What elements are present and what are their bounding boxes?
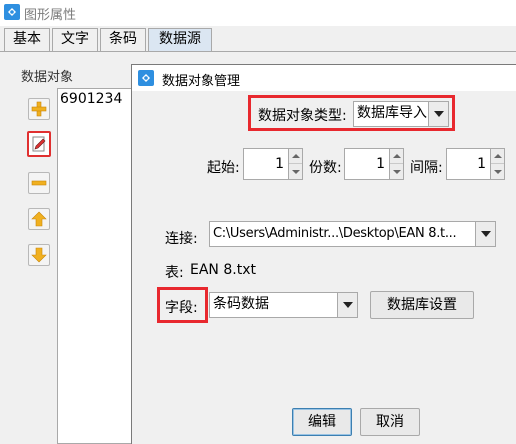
db-settings-button[interactable]: 数据库设置 <box>370 291 474 319</box>
decrement-icon[interactable] <box>390 164 403 179</box>
app-icon <box>4 4 20 20</box>
field-label: 字段: <box>165 300 198 316</box>
stepper-buttons <box>288 149 302 179</box>
type-value: 数据库导入 <box>357 105 427 121</box>
add-button[interactable] <box>28 98 50 120</box>
type-select[interactable]: 数据库导入 <box>353 101 449 127</box>
minus-icon <box>31 180 47 186</box>
decrement-icon[interactable] <box>491 164 504 179</box>
window-titlebar: 图形属性 <box>0 0 516 26</box>
connection-value: C:\Users\Administr...\Desktop\EAN 8.t... <box>213 226 457 241</box>
copies-stepper[interactable]: 1 <box>344 148 404 180</box>
field-value: 条码数据 <box>213 296 269 312</box>
table-value: EAN 8.txt <box>190 262 256 278</box>
window-title: 图形属性 <box>24 8 77 23</box>
start-stepper[interactable]: 1 <box>243 148 303 180</box>
tab-divider <box>0 51 516 52</box>
interval-stepper[interactable]: 1 <box>446 148 505 180</box>
increment-icon[interactable] <box>390 149 403 164</box>
move-down-button[interactable] <box>28 244 50 266</box>
arrow-down-icon <box>31 247 47 263</box>
edit-button[interactable] <box>27 131 51 157</box>
interval-value: 1 <box>477 156 486 172</box>
data-objects-list[interactable] <box>57 88 137 444</box>
chevron-down-icon <box>337 293 357 317</box>
connection-label: 连接: <box>165 231 198 247</box>
cancel-button[interactable]: 取消 <box>360 408 420 436</box>
table-label: 表: <box>165 265 184 281</box>
plus-icon <box>31 101 47 117</box>
type-label: 数据对象类型: <box>258 108 347 124</box>
tab-basic[interactable]: 基本 <box>4 28 50 51</box>
connection-select[interactable]: C:\Users\Administr...\Desktop\EAN 8.t... <box>209 221 496 247</box>
dialog-title: 数据对象管理 <box>162 74 241 89</box>
start-value: 1 <box>275 156 284 172</box>
increment-icon[interactable] <box>289 149 302 164</box>
list-item[interactable]: 6901234 <box>60 91 122 107</box>
field-select[interactable]: 条码数据 <box>209 292 358 318</box>
app-icon <box>138 70 154 86</box>
remove-button[interactable] <box>28 172 50 194</box>
tab-text[interactable]: 文字 <box>52 28 98 51</box>
chevron-down-icon <box>428 102 448 126</box>
interval-label: 间隔: <box>410 160 443 176</box>
chevron-down-icon <box>475 222 495 246</box>
arrow-up-icon <box>31 211 47 227</box>
move-up-button[interactable] <box>28 208 50 230</box>
copies-value: 1 <box>376 156 385 172</box>
start-label: 起始: <box>207 160 240 176</box>
copies-label: 份数: <box>309 160 342 176</box>
data-objects-label: 数据对象 <box>21 70 74 85</box>
stepper-buttons <box>389 149 403 179</box>
dialog-titlebar: 数据对象管理 <box>132 65 516 91</box>
pencil-icon <box>32 136 46 152</box>
edit-confirm-button[interactable]: 编辑 <box>292 408 352 436</box>
tab-data-source[interactable]: 数据源 <box>148 28 212 52</box>
decrement-icon[interactable] <box>289 164 302 179</box>
increment-icon[interactable] <box>491 149 504 164</box>
tab-barcode[interactable]: 条码 <box>100 28 146 51</box>
stepper-buttons <box>490 149 504 179</box>
